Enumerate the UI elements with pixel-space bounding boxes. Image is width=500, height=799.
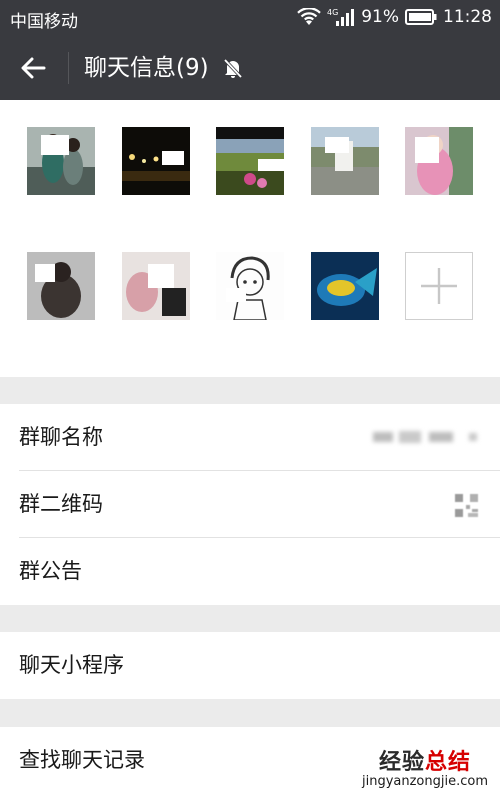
watermark-text-a: 经验: [378, 750, 425, 775]
member-name: [122, 201, 190, 219]
search-history-label: 查找聊天记录: [19, 748, 145, 772]
member-avatar: [27, 127, 95, 195]
plus-icon: [421, 268, 457, 304]
member-name: [122, 326, 190, 344]
member-name: [405, 201, 473, 219]
mini-program-section: 聊天小程序: [0, 632, 500, 699]
mini-program-row[interactable]: 聊天小程序: [0, 632, 500, 699]
qr-code-icon: [454, 493, 480, 523]
group-name-row[interactable]: 群聊名称: [0, 404, 500, 471]
member-avatar: [27, 252, 95, 320]
member-avatar: [122, 252, 190, 320]
group-name-value: [373, 428, 478, 446]
battery-percent: 91%: [361, 7, 399, 27]
watermark-url: jingyanzongjie.com: [361, 774, 488, 789]
member-item[interactable]: [122, 127, 190, 219]
mini-program-label: 聊天小程序: [19, 653, 124, 677]
add-member-button[interactable]: [405, 252, 473, 320]
group-qr-row[interactable]: 群二维码: [0, 471, 500, 538]
member-avatar: [216, 252, 284, 320]
members-grid: [0, 100, 500, 377]
title-bar: 聊天信息(9): [0, 35, 500, 100]
status-bar: 中国移动 4G 91% 11:28: [0, 0, 500, 35]
member-item[interactable]: [216, 127, 284, 219]
watermark-text-b: 总结: [424, 750, 471, 775]
member-name: [311, 326, 379, 344]
member-avatar: [122, 127, 190, 195]
watermark: 经验总结 jingyanzongjie.com: [362, 744, 488, 789]
member-name: [311, 201, 379, 219]
wifi-icon: [297, 8, 321, 26]
member-item[interactable]: [122, 252, 190, 344]
member-name: [27, 326, 95, 344]
member-avatar: [216, 127, 284, 195]
back-arrow-icon: [21, 57, 46, 79]
signal-4g-icon: 4G: [327, 7, 355, 27]
member-name: [216, 326, 284, 344]
battery-icon: [405, 9, 437, 25]
member-item[interactable]: [27, 127, 95, 219]
back-button[interactable]: [14, 51, 52, 85]
member-item[interactable]: [27, 252, 95, 344]
member-item[interactable]: [405, 127, 473, 219]
group-notice-row[interactable]: 群公告: [0, 538, 500, 605]
member-name: [27, 201, 95, 219]
member-avatar: [405, 127, 473, 195]
member-item[interactable]: [216, 252, 284, 344]
group-settings-section: 群聊名称 群二维码 群公告: [0, 404, 500, 605]
bell-off-icon: [222, 57, 244, 83]
member-item[interactable]: [311, 127, 379, 219]
member-avatar: [311, 127, 379, 195]
title-divider: [68, 52, 69, 84]
group-qr-label: 群二维码: [19, 492, 103, 516]
group-notice-label: 群公告: [19, 559, 82, 583]
member-avatar: [311, 252, 379, 320]
member-item[interactable]: [311, 252, 379, 344]
page-title: 聊天信息(9): [84, 55, 209, 81]
member-name: [216, 201, 284, 219]
clock: 11:28: [443, 7, 492, 27]
group-name-label: 群聊名称: [19, 425, 103, 449]
network-label: 4G: [327, 8, 338, 17]
carrier-label: 中国移动: [10, 12, 78, 32]
